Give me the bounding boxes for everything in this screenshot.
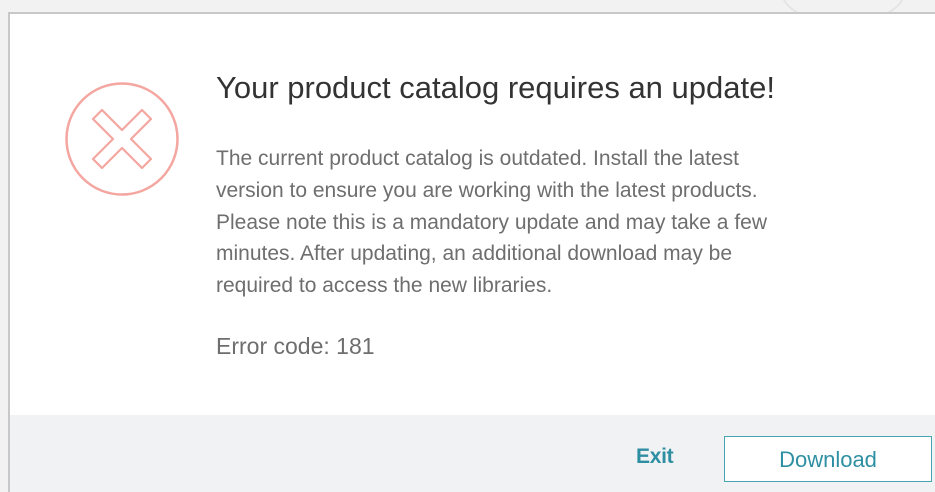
download-button[interactable]: Download [724,436,932,482]
message-line: The current product catalog is outdated.… [216,147,739,170]
error-code: Error code: 181 [216,333,375,359]
update-required-dialog: Your product catalog requires an update!… [8,12,935,492]
dialog-message: The current product catalog is outdated.… [216,143,896,302]
dialog-footer: Exit Download [10,415,935,492]
message-line: required to access the new libraries. [216,274,553,298]
exit-button[interactable]: Exit [636,445,674,469]
error-x-circle-icon [65,82,179,196]
message-line: minutes. After updating, an additional d… [216,242,733,266]
dialog-title: Your product catalog requires an update! [216,70,775,105]
message-line: Please note this is a mandatory update a… [216,210,767,234]
message-line: version to ensure you are working with t… [216,178,758,202]
